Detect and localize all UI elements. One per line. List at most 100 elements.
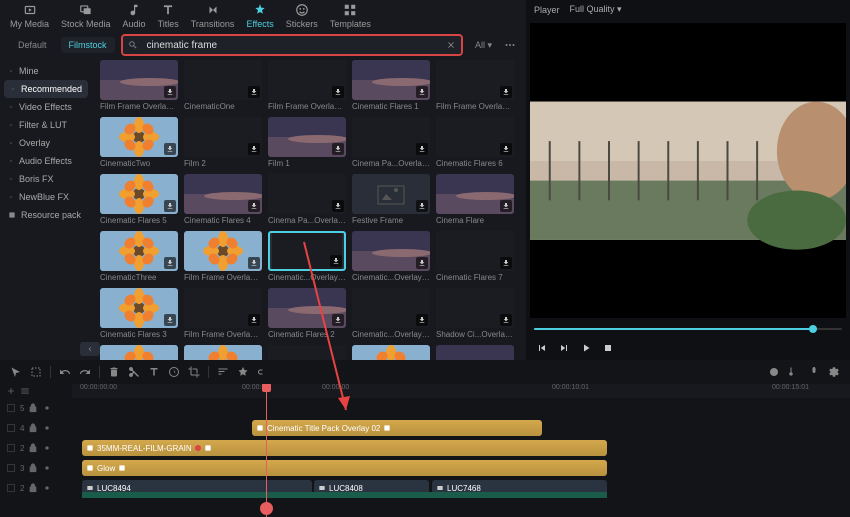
effect-cell[interactable]: Cinema Pa...Overlay 03 [268, 174, 346, 225]
playback-progress[interactable] [534, 328, 842, 330]
effect-cell[interactable]: Neon Frame [100, 345, 178, 360]
clip[interactable]: 35MM-REAL-FILM-GRAIN [82, 440, 607, 456]
effect-cell[interactable]: Cinematic Flares 2 [268, 288, 346, 339]
toolbar-media[interactable]: My Media [10, 3, 49, 29]
effect-cell[interactable]: Shadow Ci...Overlay 01 [436, 288, 514, 339]
selection-tool-icon[interactable] [30, 366, 42, 378]
progress-handle[interactable] [809, 325, 817, 333]
source-tab-default[interactable]: Default [10, 37, 55, 53]
effect-cell[interactable]: CinematicTwo [100, 117, 178, 168]
effect-cell[interactable]: Cinematic...Overlay 01 [268, 345, 346, 360]
download-icon[interactable] [164, 200, 176, 212]
sidebar-item[interactable]: Overlay [0, 134, 92, 152]
effect-cell[interactable]: Cinematic Flares 6 [436, 117, 514, 168]
effect-cell[interactable]: Cinematic Flares 1 [352, 60, 430, 111]
marker-icon[interactable] [237, 366, 249, 378]
download-icon[interactable] [500, 200, 512, 212]
toolbar-trans[interactable]: Transitions [191, 3, 235, 29]
download-icon[interactable] [164, 143, 176, 155]
next-frame-icon[interactable] [558, 342, 570, 354]
clear-search-icon[interactable] [446, 40, 456, 50]
effect-cell[interactable]: Festive Frame [352, 174, 430, 225]
download-icon[interactable] [164, 257, 176, 269]
quality-dropdown[interactable]: Full Quality ▾ [570, 4, 622, 15]
effect-cell[interactable]: Film Frame Overlay 08 [268, 60, 346, 111]
effect-cell[interactable]: Cinematic...Overlay 01 [352, 288, 430, 339]
add-track-icon[interactable] [6, 386, 16, 396]
delete-icon[interactable] [108, 366, 120, 378]
playhead[interactable] [266, 384, 267, 517]
pointer-tool-icon[interactable] [10, 366, 22, 378]
collapse-sidebar-button[interactable] [80, 342, 100, 356]
download-icon[interactable] [500, 143, 512, 155]
download-icon[interactable] [248, 257, 260, 269]
effect-cell[interactable]: Film Frame Overlay 10 [100, 60, 178, 111]
track-menu-icon[interactable] [20, 386, 30, 396]
sidebar-item[interactable]: Resource pack [0, 206, 92, 224]
sidebar-item[interactable]: Video Effects [0, 98, 92, 116]
track-header[interactable]: 2 [0, 438, 72, 458]
toolbar-effects[interactable]: Effects [246, 3, 273, 29]
prev-frame-icon[interactable] [536, 342, 548, 354]
crop-icon[interactable] [188, 366, 200, 378]
download-icon[interactable] [416, 143, 428, 155]
effect-cell[interactable]: Cinematic Flares 3 [100, 288, 178, 339]
download-icon[interactable] [248, 143, 260, 155]
redo-icon[interactable] [79, 366, 91, 378]
search-input[interactable] [121, 34, 463, 56]
download-icon[interactable] [164, 86, 176, 98]
effect-cell[interactable]: Cinematic...Overlay 02 [268, 231, 346, 282]
effect-cell[interactable]: Cinema Pa...Overlay 02 [352, 117, 430, 168]
effect-cell[interactable]: Shadow Ci...Overlay 02 [436, 345, 514, 360]
link-icon[interactable] [257, 366, 269, 378]
sidebar-item[interactable]: Boris FX [0, 170, 92, 188]
toolbar-templates[interactable]: Templates [330, 3, 371, 29]
more-icon[interactable] [504, 39, 516, 51]
text-tool-icon[interactable] [148, 366, 160, 378]
download-icon[interactable] [248, 314, 260, 326]
stop-icon[interactable] [602, 342, 614, 354]
effect-cell[interactable]: Film 1 [268, 117, 346, 168]
toolbar-titles[interactable]: Titles [158, 3, 179, 29]
download-icon[interactable] [164, 314, 176, 326]
effect-cell[interactable]: Film Frame Overlay 11 [184, 288, 262, 339]
sidebar-item[interactable]: Audio Effects [0, 152, 92, 170]
cut-icon[interactable] [128, 366, 140, 378]
effect-cell[interactable]: Cinematic...Overlay 03 [352, 231, 430, 282]
download-icon[interactable] [500, 86, 512, 98]
effect-cell[interactable]: Cinematic Flares 5 [100, 174, 178, 225]
download-icon[interactable] [416, 86, 428, 98]
toolbar-audio[interactable]: Audio [123, 3, 146, 29]
effect-cell[interactable]: Cinema Flare [436, 174, 514, 225]
download-icon[interactable] [332, 143, 344, 155]
sidebar-item[interactable]: NewBlue FX [0, 188, 92, 206]
download-icon[interactable] [248, 200, 260, 212]
effect-cell[interactable]: CinematicThree [100, 231, 178, 282]
track-header[interactable]: 4 [0, 418, 72, 438]
track-row[interactable]: LUC8494LUC8408LUC7468 [72, 478, 850, 498]
source-tab-filmstock[interactable]: Filmstock [61, 37, 115, 53]
sidebar-item[interactable]: Recommended [4, 80, 88, 98]
speed-icon[interactable] [168, 366, 180, 378]
record-icon[interactable] [768, 366, 780, 378]
download-icon[interactable] [332, 314, 344, 326]
track-header[interactable]: 2 [0, 478, 72, 498]
settings-icon[interactable] [828, 366, 840, 378]
timeline-ruler[interactable]: 00:00:00:0000:00:0000:00:0000:00:10:0100… [72, 384, 850, 398]
effect-cell[interactable]: Cinematic Flares 4 [184, 174, 262, 225]
clip[interactable]: Cinematic Title Pack Overlay 02 [252, 420, 542, 436]
video-preview[interactable] [530, 23, 846, 318]
download-icon[interactable] [416, 257, 428, 269]
toolbar-stock[interactable]: Stock Media [61, 3, 111, 29]
effect-cell[interactable]: Film 2 [184, 117, 262, 168]
effect-cell[interactable]: Film Frame Overlay 13 [184, 231, 262, 282]
download-icon[interactable] [500, 314, 512, 326]
adjust-icon[interactable] [217, 366, 229, 378]
filter-dropdown[interactable]: All ▾ [469, 37, 498, 54]
mic-icon[interactable] [808, 366, 820, 378]
sidebar-item[interactable]: Filter & LUT [0, 116, 92, 134]
track-row[interactable] [72, 398, 850, 418]
effect-cell[interactable]: CinematicOne [184, 60, 262, 111]
track-header[interactable]: 5 [0, 398, 72, 418]
download-icon[interactable] [416, 314, 428, 326]
